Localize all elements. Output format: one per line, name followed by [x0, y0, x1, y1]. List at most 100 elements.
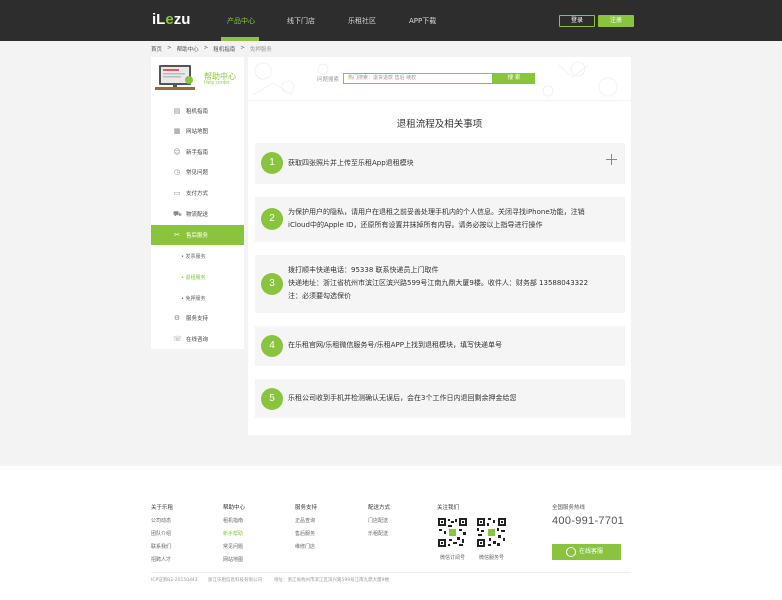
nav-app-download[interactable]: APP下载 — [409, 16, 436, 26]
step-card-5: 5 乐租公司收到手机并检测确认无误后，会在3个工作日内退回剩余押金给您 — [255, 379, 625, 418]
nav-active-indicator — [221, 37, 259, 41]
qr-caption-service: 微信服务号 — [479, 555, 505, 561]
step-line: 拨打顺丰快递电话：95338 联系快递员上门取件 — [288, 266, 439, 274]
footer-link[interactable]: 门店配送 — [368, 517, 388, 524]
step-line: 快递地址：浙江省杭州市滨江区滨兴路599号江南九鼎大厦9楼。收件人：财务部 13… — [288, 279, 589, 287]
logo-text-start: iL — [152, 11, 166, 28]
step-text: 乐租公司收到手机并检测确认无误后，会在3个工作日内退回剩余押金给您 — [288, 392, 516, 405]
step-card-4: 4 在乐租官网/乐租微信服务号/乐租APP上找到退租模块，填写快递单号 — [255, 326, 625, 366]
footer-divider — [151, 572, 631, 573]
search-input[interactable]: 热门搜索：退货退款 售后 续权 — [343, 73, 493, 84]
ilezu-logo[interactable]: iLezu — [152, 11, 190, 28]
footer-link[interactable]: 租机指南 — [223, 517, 243, 524]
step-number: 5 — [261, 388, 283, 410]
step-text: 获取四张照片并上传至乐租App退租模块 — [288, 157, 414, 170]
register-button[interactable]: 注册 — [598, 15, 634, 27]
sidebar-item-logistics[interactable]: ⛟ 物流配送 — [151, 204, 244, 224]
sidebar-item-payment[interactable]: ▭ 支付方式 — [151, 183, 244, 203]
footer-link[interactable]: 公司动态 — [151, 517, 171, 524]
step-line: 获取四张照片并上传至乐租App退租模块 — [288, 159, 414, 167]
step-line: iCloud中的Apple ID，还原所有设置并抹掉所有内容。请务必按以上指导进… — [288, 221, 543, 229]
breadcrumb-separator: > — [203, 45, 209, 51]
top-navigation-bar — [0, 0, 782, 41]
footer-col-delivery-title: 配送方式 — [368, 505, 391, 511]
sidebar-sub-return[interactable]: • 退租服务 — [181, 274, 206, 281]
step-number: 2 — [261, 208, 283, 230]
nav-offline-stores[interactable]: 线下门店 — [287, 16, 315, 26]
footer-link[interactable]: 团队介绍 — [151, 530, 171, 537]
hotline-number: 400-991-7701 — [552, 515, 625, 527]
breadcrumb-rental-guide[interactable]: 租机指南 — [213, 45, 235, 53]
breadcrumb-help-center[interactable]: 帮助中心 — [177, 45, 199, 53]
page-title: 退租流程及相关事项 — [396, 119, 483, 130]
nav-community[interactable]: 乐租社区 — [348, 16, 376, 26]
step-text: 在乐租官网/乐租微信服务号/乐租APP上找到退租模块，填写快递单号 — [288, 339, 502, 352]
qr-caption-subscription: 微信订阅号 — [440, 555, 466, 561]
icp-license[interactable]: ICP证浙B2-20150443 — [151, 577, 198, 583]
breadcrumb: 首页 > 帮助中心 > 租机指南 > 免押服务 — [151, 45, 272, 53]
login-button[interactable]: 登录 — [559, 15, 595, 27]
chat-icon: ☏ — [173, 335, 182, 343]
qr-code-service — [476, 517, 507, 548]
help-center-subtitle: Help center — [204, 80, 230, 86]
map-icon: ▦ — [173, 127, 181, 135]
logo-text-accent: e — [165, 11, 174, 28]
sidebar-item-site-map[interactable]: ▦ 网站地图 — [151, 121, 244, 141]
search-label: 问题搜索 — [317, 77, 340, 83]
footer — [0, 466, 782, 600]
sidebar-item-label: 常见问题 — [186, 170, 209, 176]
sidebar-item-online-consult[interactable]: ☏ 在线咨询 — [151, 329, 244, 349]
support-icon: ⚙ — [173, 314, 181, 322]
footer-follow-title: 关注我们 — [437, 505, 460, 511]
sidebar-item-label: 售后服务 — [186, 233, 209, 239]
sidebar-item-after-sales[interactable]: ✂ 售后服务 — [151, 225, 244, 245]
headset-icon — [566, 547, 576, 557]
step-card-1[interactable]: 1 获取四张照片并上传至乐租App退租模块 — [255, 143, 625, 184]
truck-icon: ⛟ — [173, 210, 182, 218]
footer-col-about-title: 关于乐租 — [151, 505, 174, 511]
step-card-2: 2 为保护用户的隐私，请用户在退租之前妥善处理手机内的个人信息。关闭寻找iPho… — [255, 197, 625, 242]
sidebar-item-label: 租机指南 — [186, 109, 209, 115]
footer-link[interactable]: 售后服务 — [295, 530, 315, 537]
sidebar-item-service-support[interactable]: ⚙ 服务支持 — [151, 308, 244, 328]
sidebar-sub-invoice[interactable]: • 发票服务 — [181, 253, 206, 260]
footer-link[interactable]: 正品查询 — [295, 517, 315, 524]
footer-link[interactable]: 招聘人才 — [151, 556, 171, 563]
sidebar-item-label: 在线咨询 — [186, 337, 209, 343]
footer-link[interactable]: 常见问题 — [223, 543, 243, 550]
step-card-3: 3 拨打顺丰快递电话：95338 联系快递员上门取件 快递地址：浙江省杭州市滨江… — [255, 255, 625, 313]
nav-product-center[interactable]: 产品中心 — [227, 16, 255, 26]
sidebar-item-beginner-guide[interactable]: ☺ 新手指南 — [151, 142, 244, 162]
breadcrumb-home[interactable]: 首页 — [151, 45, 162, 53]
footer-col-help-title: 帮助中心 — [223, 505, 246, 511]
qr-code-subscription — [437, 517, 468, 548]
online-service-button[interactable]: 在线客服 — [552, 544, 621, 560]
sidebar-item-rental-guide[interactable]: ▤ 租机指南 — [151, 101, 244, 121]
user-icon: ☺ — [173, 148, 181, 156]
breadcrumb-separator: > — [240, 45, 245, 51]
breadcrumb-separator: > — [167, 45, 172, 51]
sidebar-item-label: 服务支持 — [186, 316, 209, 322]
help-desk-illustration — [155, 65, 195, 90]
sidebar-sub-deposit-free[interactable]: • 免押服务 — [181, 295, 206, 302]
footer-link[interactable]: 乐租配送 — [368, 530, 388, 537]
question-icon: ◷ — [173, 168, 181, 176]
step-number: 3 — [261, 273, 283, 295]
step-text: 为保护用户的隐私，请用户在退租之前妥善处理手机内的个人信息。关闭寻找iPhone… — [288, 206, 585, 232]
step-number: 1 — [261, 152, 283, 174]
company-name: 浙江乐租信息科技有限公司 — [208, 578, 262, 583]
sidebar-item-faq[interactable]: ◷ 常见问题 — [151, 162, 244, 182]
breadcrumb-current: 免押服务 — [249, 47, 272, 53]
footer-link[interactable]: 网站地图 — [223, 556, 243, 563]
logo-text-end: zu — [173, 11, 191, 28]
step-number: 4 — [261, 335, 283, 357]
expand-plus-icon[interactable] — [606, 154, 617, 165]
footer-link[interactable]: 新手帮助 — [223, 530, 243, 537]
card-icon: ▭ — [173, 189, 181, 197]
step-line: 在乐租官网/乐租微信服务号/乐租APP上找到退租模块，填写快递单号 — [288, 341, 502, 349]
footer-col-support-title: 服务支持 — [295, 505, 318, 511]
footer-link[interactable]: 维修门店 — [295, 543, 315, 550]
footer-link[interactable]: 联系我们 — [151, 543, 171, 550]
document-icon: ▤ — [173, 107, 181, 115]
search-button[interactable]: 搜 索 — [493, 73, 535, 84]
